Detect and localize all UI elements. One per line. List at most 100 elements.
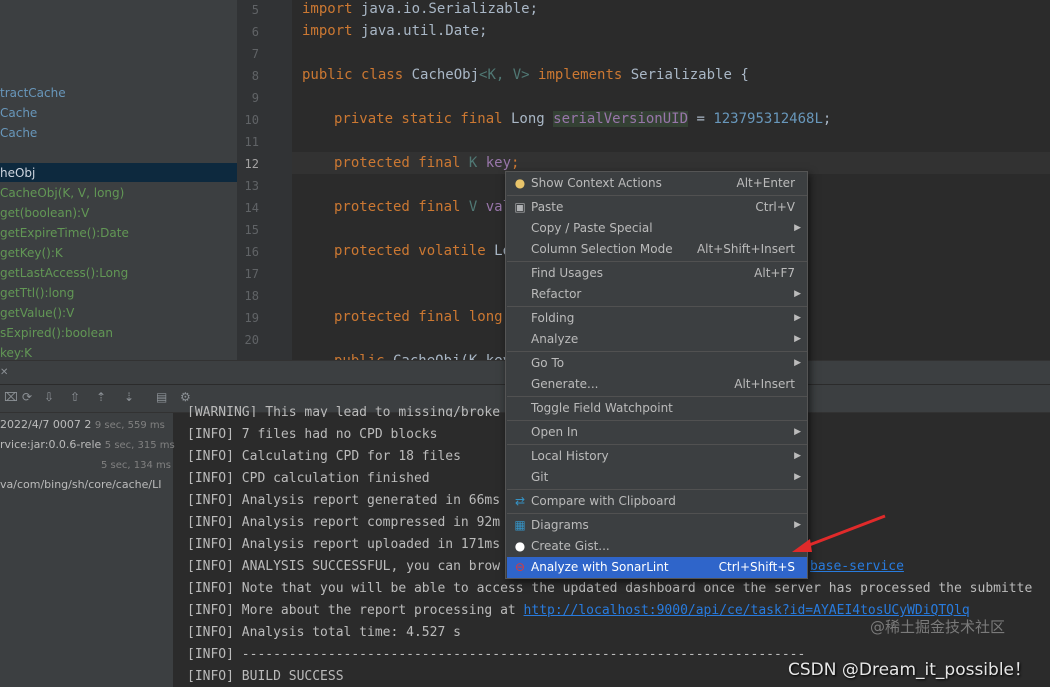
menu-item-copy-paste-special[interactable]: Copy / Paste Special ▶ [507,218,807,239]
run-entry[interactable]: va/com/bing/sh/core/cache/LI [0,478,161,492]
structure-item[interactable]: Cache [0,105,37,121]
menu-separator [507,489,807,490]
line-number: 15 [244,223,259,237]
menu-item-folding[interactable]: Folding ▶ [507,308,807,329]
menu-item-show-context-actions[interactable]: ● Show Context Actions Alt+Enter [507,173,807,194]
console-line: [INFO] Analysis report uploaded in 171ms [187,537,501,552]
menu-item-toggle-field-watchpoint[interactable]: Toggle Field Watchpoint [507,398,807,419]
menu-item-refactor[interactable]: Refactor ▶ [507,284,807,305]
run-entry[interactable]: 5 sec, 134 ms [101,458,171,473]
structure-item-selected[interactable]: heObj [0,165,35,181]
submenu-arrow-icon: ▶ [794,313,801,323]
scroll-up-icon[interactable]: ⇡ [96,390,106,404]
console-line: [INFO] Analysis report generated in 66ms [187,493,501,508]
submenu-arrow-icon: ▶ [794,451,801,461]
line-number: 18 [244,289,259,303]
console-line: [INFO] ANALYSIS SUCCESSFUL, you can brow [187,559,501,574]
annotation-arrow-icon [792,514,886,552]
structure-method[interactable]: getValue():V [0,305,74,321]
line-number: 20 [244,333,259,347]
code-line: protected volatile Lon [334,243,520,259]
line-number: 11 [244,135,259,149]
menu-item-paste[interactable]: ▣ Paste Ctrl+V [507,197,807,218]
layout-icon[interactable]: ▤ [156,390,167,404]
structure-item[interactable]: Cache [0,125,37,141]
line-number-current: 12 [244,157,259,171]
run-entry[interactable]: rvice:jar:0.0.6-rele 5 sec, 315 ms [0,438,175,453]
menu-item-go-to[interactable]: Go To ▶ [507,353,807,374]
structure-method[interactable]: getTtl():long [0,285,74,301]
sonarlint-icon: ⊖ [514,560,526,574]
scroll-down-icon[interactable]: ⇣ [124,390,134,404]
menu-separator [507,396,807,397]
line-number: 17 [244,267,259,281]
code-line: protected final long t [334,309,519,325]
console-line: [INFO] Note that you will be able to acc… [187,581,1033,596]
structure-method[interactable]: get(boolean):V [0,205,89,221]
code-line: private static final Long serialVersionU… [334,111,832,127]
menu-item-generate[interactable]: Generate... Alt+Insert [507,374,807,395]
submenu-arrow-icon: ▶ [794,358,801,368]
stop-icon[interactable]: ⌧ [4,390,18,404]
menu-separator [507,420,807,421]
code-line: import java.io.Serializable; [302,1,539,17]
menu-item-analyze-with-sonarlint[interactable]: ⊖ Analyze with SonarLint Ctrl+Shift+S [507,557,807,578]
line-number: 6 [251,25,259,39]
settings-icon[interactable]: ⚙ [180,390,191,404]
console-line: [INFO] BUILD SUCCESS [187,669,344,684]
menu-item-local-history[interactable]: Local History ▶ [507,446,807,467]
menu-item-open-in[interactable]: Open In ▶ [507,422,807,443]
code-line: protected final V valu [334,199,520,215]
structure-method[interactable]: sExpired():boolean [0,325,113,341]
code-line: public CacheObj(K key [334,352,511,360]
structure-field[interactable]: key:K [0,345,32,361]
line-number: 13 [244,179,259,193]
menu-item-analyze[interactable]: Analyze ▶ [507,329,807,350]
submenu-arrow-icon: ▶ [794,223,801,233]
structure-method[interactable]: getExpireTime():Date [0,225,129,241]
menu-item-compare-with-clipboard[interactable]: ⇄ Compare with Clipboard [507,491,807,512]
dashboard-link[interactable]: base-service [810,559,904,575]
structure-method[interactable]: CacheObj(K, V, long) [0,185,124,201]
menu-separator [507,351,807,352]
structure-item[interactable]: tractCache [0,85,66,101]
csdn-watermark: CSDN @Dream_it_possible！ [788,660,1032,680]
menu-separator [507,513,807,514]
structure-method[interactable]: getLastAccess():Long [0,265,128,281]
submenu-arrow-icon: ▶ [794,289,801,299]
clipboard-icon: ▣ [514,200,526,214]
submenu-arrow-icon: ▶ [794,334,801,344]
line-number: 7 [251,47,259,61]
run-tree [0,413,174,687]
menu-separator [507,261,807,262]
close-icon[interactable]: ✕ [0,367,8,378]
export-icon[interactable]: ⇧ [70,390,80,404]
console-line: [INFO] Analysis report compressed in 92m [187,515,501,530]
code-line: import java.util.Date; [302,23,488,39]
menu-item-find-usages[interactable]: Find Usages Alt+F7 [507,263,807,284]
console-line: [INFO] ---------------------------------… [187,647,806,662]
submenu-arrow-icon: ▶ [794,427,801,437]
line-number: 8 [251,69,259,83]
sort-down-icon[interactable]: ⇩ [44,390,54,404]
submenu-arrow-icon: ▶ [794,472,801,482]
diagram-icon: ▦ [514,518,526,532]
line-number: 10 [244,113,259,127]
menu-item-diagrams[interactable]: ▦ Diagrams ▶ [507,515,807,536]
code-line: protected final K key; [334,155,520,171]
menu-item-create-gist[interactable]: ● Create Gist... [507,536,807,557]
menu-separator [507,306,807,307]
structure-selected-row [0,163,237,182]
console-line: [WARNING] This may lead to missing/broke [187,405,501,417]
run-entry[interactable]: 2022/4/7 0007 2 9 sec, 559 ms [0,418,165,433]
menu-separator [507,195,807,196]
line-number: 9 [251,91,259,105]
console-line: [INFO] Analysis total time: 4.527 s [187,625,461,640]
menu-item-column-selection-mode[interactable]: Column Selection Mode Alt+Shift+Insert [507,239,807,260]
editor-context-menu: ● Show Context Actions Alt+Enter ▣ Paste Ctr… [505,171,808,579]
rerun-icon[interactable]: ⟳ [22,390,32,404]
menu-item-git[interactable]: Git ▶ [507,467,807,488]
compare-icon: ⇄ [514,494,526,508]
structure-method[interactable]: getKey():K [0,245,63,261]
juejin-watermark: @稀土掘金技术社区 [870,618,1006,636]
